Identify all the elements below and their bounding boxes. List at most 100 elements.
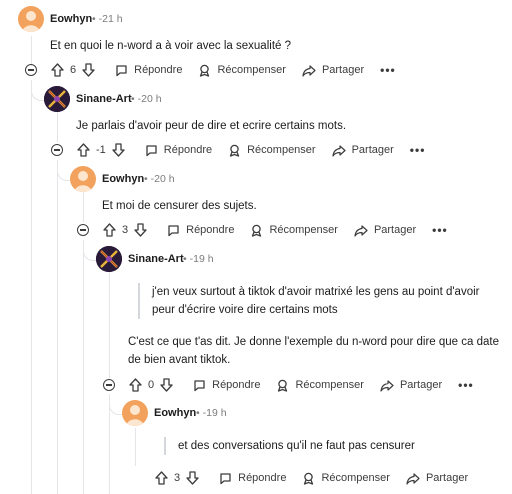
share-label: Partager: [351, 144, 394, 156]
share-button[interactable]: Partager: [302, 64, 364, 77]
award-icon: [252, 224, 262, 237]
more-icon[interactable]: •••: [410, 143, 426, 157]
avatar[interactable]: [44, 86, 70, 112]
thread-line[interactable]: [83, 192, 84, 222]
author-name[interactable]: Sinane-Art: [76, 93, 132, 105]
comment-text: Je parlais d'avoir peur de dire et ecrir…: [76, 120, 347, 132]
user-avatar-icon: [44, 86, 70, 112]
comment-icon: [146, 144, 157, 156]
upvote-icon[interactable]: [155, 471, 168, 485]
downvote-icon[interactable]: [134, 223, 147, 237]
collapse-icon[interactable]: [51, 144, 63, 156]
more-icon[interactable]: •••: [458, 378, 474, 392]
vote-group: 3: [155, 471, 199, 485]
share-icon: [354, 224, 368, 237]
collapse-icon[interactable]: [77, 224, 89, 236]
upvote-icon[interactable]: [51, 63, 64, 77]
award-button[interactable]: Récompenser: [228, 144, 316, 157]
comment-actions: 0 Répondre Récompenser Partager •••: [103, 375, 474, 395]
avatar[interactable]: [122, 400, 148, 426]
more-icon[interactable]: •••: [380, 63, 396, 77]
downvote-icon[interactable]: [186, 471, 199, 485]
award-button[interactable]: Récompenser: [276, 379, 364, 392]
collapse-icon[interactable]: [25, 64, 37, 76]
award-label: Récompenser: [295, 379, 364, 391]
award-label: Récompenser: [217, 64, 286, 76]
comment-meta: • -19 h: [183, 253, 214, 265]
comment-time[interactable]: -20 h: [138, 93, 162, 105]
share-button[interactable]: Partager: [380, 379, 442, 392]
share-icon: [380, 379, 394, 392]
quote-block: et des conversations qu'il ne faut pas c…: [164, 437, 415, 455]
vote-count: -1: [96, 144, 106, 156]
avatar[interactable]: [70, 166, 96, 192]
separator-dot: •: [183, 253, 187, 265]
reply-button[interactable]: Répondre: [193, 379, 260, 392]
quote-line: peur d'écrire voire dire certains mots: [152, 304, 338, 316]
reply-button[interactable]: Répondre: [115, 64, 182, 77]
comment-actions: -1 Répondre Récompenser Partager •••: [51, 140, 425, 160]
share-icon: [406, 472, 420, 485]
thread-line[interactable]: [57, 160, 58, 494]
author-name[interactable]: Eowhyn: [154, 407, 196, 419]
thread-line[interactable]: [109, 272, 110, 378]
author-name[interactable]: Sinane-Art: [128, 253, 184, 265]
quote-block: j'en veux surtout à tiktok d'avoir matri…: [138, 283, 479, 319]
comment-time[interactable]: -21 h: [99, 13, 123, 25]
award-button[interactable]: Récompenser: [302, 472, 390, 485]
comment-icon: [116, 64, 127, 76]
reply-button[interactable]: Répondre: [167, 224, 234, 237]
reply-label: Répondre: [212, 379, 261, 391]
share-icon: [302, 64, 316, 77]
thread-connector: [31, 80, 44, 101]
more-icon[interactable]: •••: [432, 223, 448, 237]
reply-button[interactable]: Répondre: [219, 472, 286, 485]
thread-line[interactable]: [83, 240, 84, 494]
comment-icon: [220, 472, 231, 484]
award-button[interactable]: Récompenser: [198, 64, 286, 77]
author-name[interactable]: Eowhyn: [102, 173, 144, 185]
comment-time[interactable]: -20 h: [151, 173, 175, 185]
comment-text: C'est ce que t'as dit. Je donne l'exempl…: [128, 333, 499, 369]
comment-text-line: de bien avant tiktok.: [128, 354, 231, 366]
comment-time[interactable]: -19 h: [203, 407, 227, 419]
share-button[interactable]: Partager: [406, 472, 468, 485]
thread-connector: [57, 160, 70, 181]
comment-meta: • -21 h: [92, 13, 123, 25]
vote-count: 3: [174, 472, 181, 484]
reply-label: Répondre: [134, 64, 183, 76]
vote-count: 3: [122, 224, 129, 236]
comment-text-line: C'est ce que t'as dit. Je donne l'exempl…: [128, 336, 499, 348]
comment-text: Et moi de censurer des sujets.: [102, 200, 257, 212]
award-button[interactable]: Récompenser: [250, 224, 338, 237]
vote-count: 0: [148, 379, 155, 391]
upvote-icon[interactable]: [103, 223, 116, 237]
thread-line[interactable]: [31, 80, 32, 494]
vote-group: 0: [129, 378, 173, 392]
reply-button[interactable]: Répondre: [145, 144, 212, 157]
avatar[interactable]: [96, 246, 122, 272]
author-name[interactable]: Eowhyn: [50, 13, 92, 25]
thread-connector: [83, 240, 96, 261]
share-label: Partager: [321, 64, 365, 76]
separator-dot: •: [131, 93, 135, 105]
thread-line[interactable]: [135, 428, 136, 466]
quote-line: et des conversations qu'il ne faut pas c…: [178, 440, 415, 452]
separator-dot: •: [92, 13, 96, 25]
collapse-icon[interactable]: [103, 379, 115, 391]
avatar[interactable]: [18, 6, 44, 32]
upvote-icon[interactable]: [77, 143, 90, 157]
share-button[interactable]: Partager: [331, 144, 394, 157]
downvote-icon[interactable]: [112, 143, 125, 157]
comment-time[interactable]: -19 h: [190, 253, 214, 265]
comment-meta: • -20 h: [131, 93, 162, 105]
comment-icon: [168, 224, 179, 236]
share-button[interactable]: Partager: [354, 224, 416, 237]
downvote-icon[interactable]: [82, 63, 95, 77]
upvote-icon[interactable]: [129, 378, 142, 392]
user-avatar-icon: [126, 405, 144, 426]
thread-line[interactable]: [57, 112, 58, 142]
comment-meta: • -19 h: [196, 407, 227, 419]
comment-icon: [194, 379, 205, 391]
downvote-icon[interactable]: [160, 378, 173, 392]
